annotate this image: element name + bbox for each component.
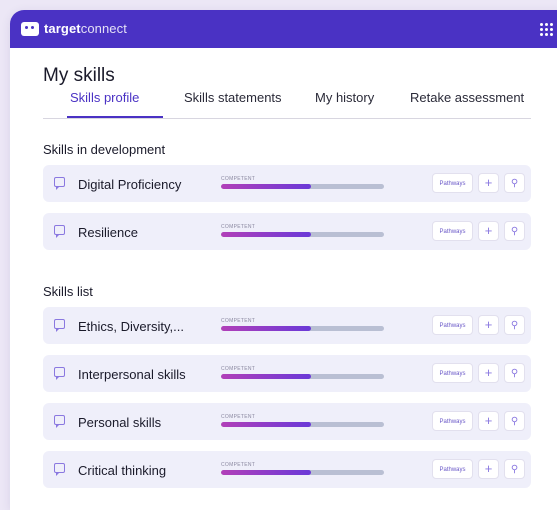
skill-level-label: COMPETENT [221, 176, 256, 182]
comment-icon[interactable] [54, 319, 65, 332]
grid-dots-icon[interactable] [540, 23, 553, 36]
pin-icon[interactable]: ⚲ [504, 315, 525, 335]
skill-progress-bar [221, 232, 384, 237]
skill-name: Personal skills [78, 415, 162, 430]
skill-name: Resilience [78, 225, 138, 240]
pathways-button[interactable]: Pathways [432, 411, 473, 431]
pathways-button[interactable]: Pathways [432, 173, 473, 193]
tab-skills-statements[interactable]: Skills statements [184, 90, 282, 105]
comment-icon[interactable] [54, 225, 65, 238]
comment-icon[interactable] [54, 177, 65, 190]
skill-progress-fill [221, 232, 311, 237]
skill-card[interactable]: Interpersonal skills COMPETENT Pathways … [43, 355, 531, 392]
skill-level-label: COMPETENT [221, 414, 256, 420]
tab-retake-assessment[interactable]: Retake assessment [410, 90, 524, 105]
pathways-button[interactable]: Pathways [432, 221, 473, 241]
pin-icon[interactable]: ⚲ [504, 363, 525, 383]
skill-name: Ethics, Diversity,... [78, 319, 184, 334]
plus-icon[interactable]: + [478, 459, 499, 479]
plus-icon[interactable]: + [478, 315, 499, 335]
plus-icon[interactable]: + [478, 173, 499, 193]
tab-my-history[interactable]: My history [315, 90, 374, 105]
top-bar: targetconnect [10, 10, 557, 48]
skill-progress-bar [221, 470, 384, 475]
skill-level-label: COMPETENT [221, 366, 256, 372]
pin-icon[interactable]: ⚲ [504, 411, 525, 431]
plus-icon[interactable]: + [478, 363, 499, 383]
skills-tabs: Skills profile Skills statements My hist… [43, 90, 531, 119]
skill-level-label: COMPETENT [221, 462, 256, 468]
skill-progress-bar [221, 422, 384, 427]
pin-icon[interactable]: ⚲ [504, 221, 525, 241]
skill-card[interactable]: Resilience COMPETENT Pathways + ⚲ [43, 213, 531, 250]
skill-progress-bar [221, 184, 384, 189]
skill-progress-fill [221, 422, 311, 427]
pathways-button[interactable]: Pathways [432, 363, 473, 383]
skill-card[interactable]: Personal skills COMPETENT Pathways + ⚲ [43, 403, 531, 440]
skill-progress-fill [221, 470, 311, 475]
skill-progress-bar [221, 374, 384, 379]
brand-logo[interactable]: targetconnect [21, 21, 127, 36]
skill-card[interactable]: Digital Proficiency COMPETENT Pathways +… [43, 165, 531, 202]
section-title-development: Skills in development [43, 142, 166, 157]
plus-icon[interactable]: + [478, 221, 499, 241]
comment-icon[interactable] [54, 367, 65, 380]
page-title: My skills [43, 65, 115, 86]
skill-name: Digital Proficiency [78, 177, 182, 192]
pin-icon[interactable]: ⚲ [504, 459, 525, 479]
active-tab-indicator [67, 116, 163, 118]
skill-name: Interpersonal skills [78, 367, 186, 382]
skill-level-label: COMPETENT [221, 224, 256, 230]
section-title-skills-list: Skills list [43, 284, 93, 299]
skill-progress-fill [221, 326, 311, 331]
app-window: targetconnect My skills Skills profile S… [10, 10, 557, 510]
pin-icon[interactable]: ⚲ [504, 173, 525, 193]
pathways-button[interactable]: Pathways [432, 315, 473, 335]
skill-progress-bar [221, 326, 384, 331]
targetconnect-logo-icon [21, 21, 39, 36]
plus-icon[interactable]: + [478, 411, 499, 431]
pathways-button[interactable]: Pathways [432, 459, 473, 479]
skill-progress-fill [221, 184, 311, 189]
skill-level-label: COMPETENT [221, 318, 256, 324]
skill-card[interactable]: Ethics, Diversity,... COMPETENT Pathways… [43, 307, 531, 344]
skill-card[interactable]: Critical thinking COMPETENT Pathways + ⚲ [43, 451, 531, 488]
brand-name: targetconnect [44, 21, 127, 36]
skill-name: Critical thinking [78, 463, 167, 478]
comment-icon[interactable] [54, 415, 65, 428]
tab-skills-profile[interactable]: Skills profile [70, 90, 139, 105]
comment-icon[interactable] [54, 463, 65, 476]
skill-progress-fill [221, 374, 311, 379]
